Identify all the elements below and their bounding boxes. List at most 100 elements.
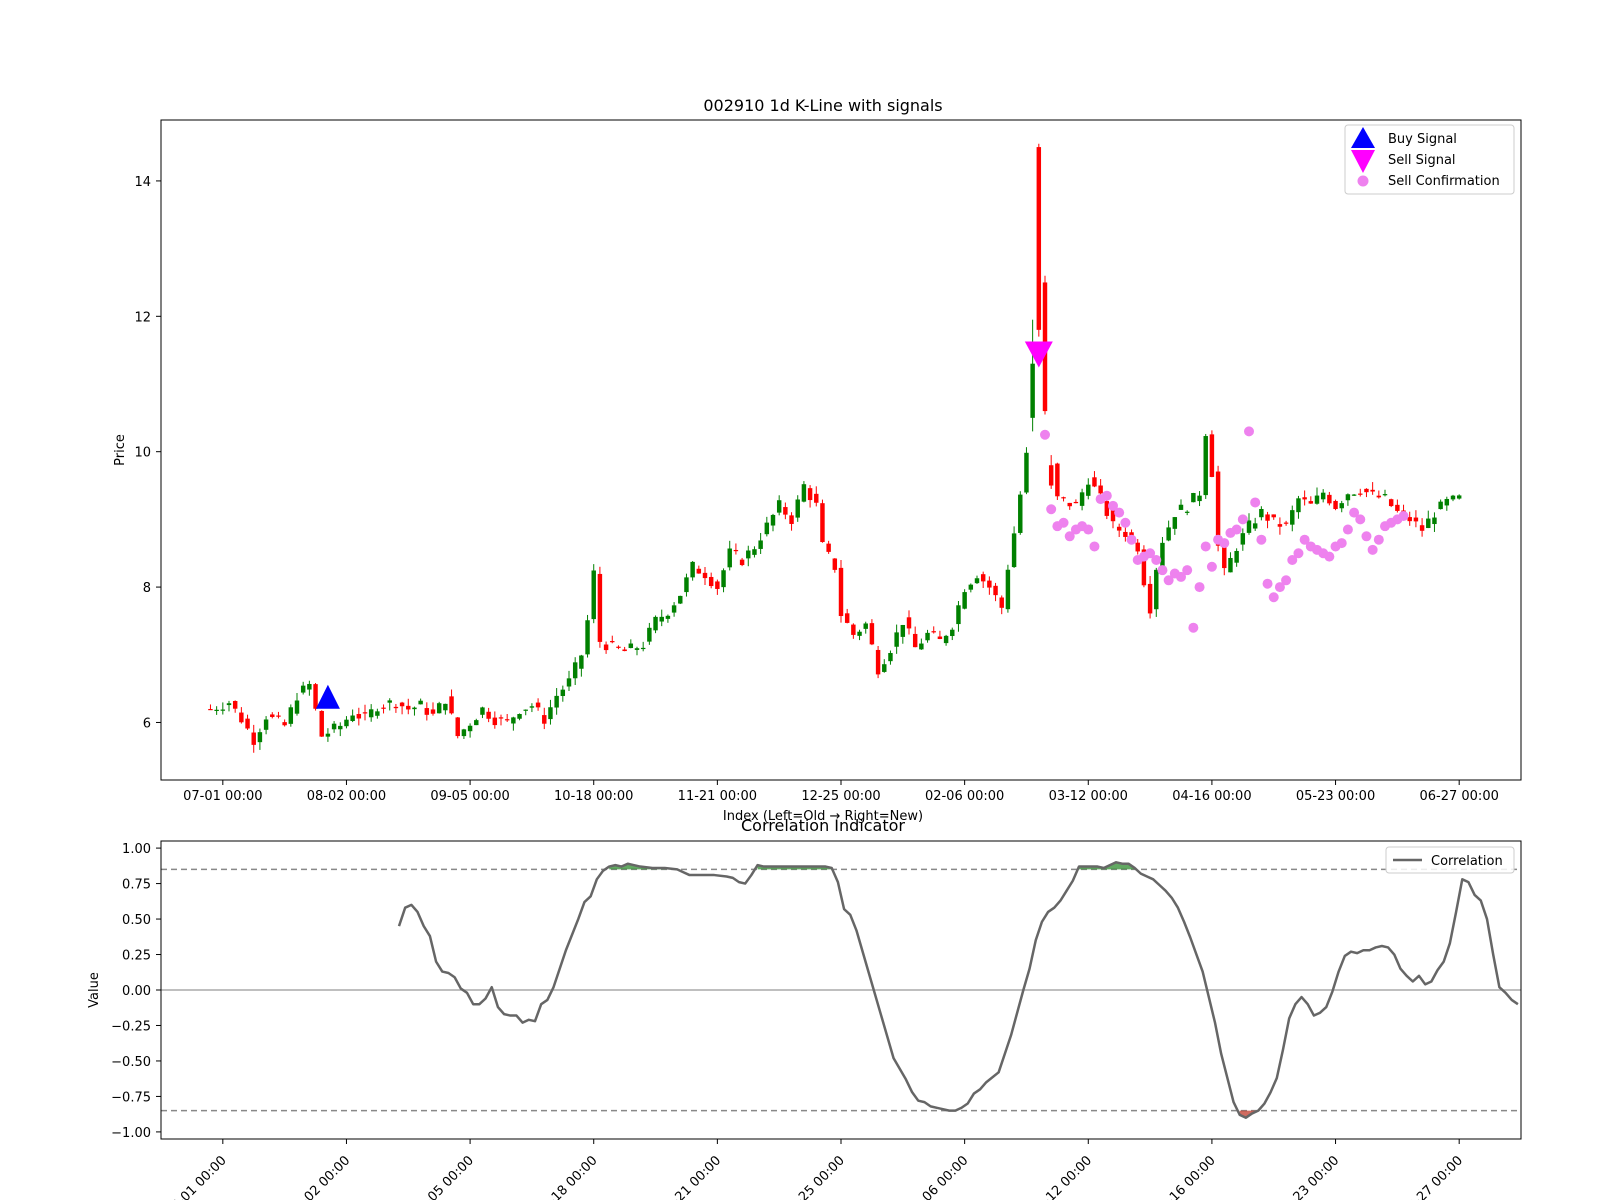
candle-body bbox=[863, 623, 868, 629]
sell-confirmation-marker bbox=[1046, 504, 1057, 515]
candle-body bbox=[739, 559, 745, 566]
candle-body bbox=[597, 573, 603, 642]
sell-confirmation-marker bbox=[1151, 555, 1162, 565]
candle-body bbox=[962, 592, 967, 609]
candle-body bbox=[671, 605, 677, 613]
sell-confirmation-marker bbox=[1188, 622, 1199, 633]
candle-body bbox=[1358, 493, 1363, 495]
sell-confirmation-legend-icon bbox=[1357, 175, 1369, 187]
sell-confirmation-marker bbox=[1268, 592, 1279, 603]
candle-body bbox=[387, 700, 392, 703]
candle-body bbox=[783, 507, 788, 515]
sell-confirmation-marker bbox=[1120, 517, 1131, 528]
candle-body bbox=[1320, 492, 1326, 500]
candle-body bbox=[294, 700, 300, 714]
candle-body bbox=[1259, 508, 1264, 518]
candle-body bbox=[208, 708, 213, 711]
candle-body bbox=[566, 678, 572, 687]
candle-body bbox=[1123, 531, 1128, 537]
candle-body bbox=[560, 689, 566, 697]
candle-body bbox=[838, 567, 844, 617]
candle-body bbox=[542, 715, 547, 724]
candle-body bbox=[1178, 504, 1184, 510]
candle-body bbox=[844, 613, 850, 623]
correlation-y-tick-label: −1.00 bbox=[111, 1126, 151, 1141]
candle-body bbox=[690, 561, 695, 578]
kline-y-tick-label: 6 bbox=[143, 716, 151, 731]
sell-confirmation-marker bbox=[1182, 565, 1193, 576]
candle-body bbox=[943, 635, 949, 644]
kline-x-tick-label: 06-27 00:00 bbox=[1419, 789, 1498, 804]
kline-x-tick-label: 09-05 00:00 bbox=[430, 789, 509, 804]
sell-confirmation-marker bbox=[1398, 511, 1409, 521]
candle-body bbox=[288, 707, 294, 724]
candle-body bbox=[430, 709, 436, 714]
candle-body bbox=[356, 713, 362, 719]
correlation-y-tick-label: 1.00 bbox=[122, 842, 151, 857]
candle-body bbox=[1104, 501, 1110, 516]
candle-body bbox=[956, 605, 961, 625]
sell-confirmation-marker bbox=[1293, 548, 1304, 559]
candle-body bbox=[1283, 522, 1289, 524]
candle-body bbox=[721, 570, 726, 588]
candle-body bbox=[1172, 517, 1178, 529]
candle-body bbox=[634, 648, 640, 650]
candle-body bbox=[1351, 494, 1357, 496]
candle-body bbox=[1147, 583, 1153, 614]
candle-body bbox=[220, 709, 226, 711]
candle-body bbox=[467, 725, 473, 732]
candle-body bbox=[999, 597, 1004, 608]
sell-confirmation-marker bbox=[1256, 534, 1267, 545]
legend-buy-signal-label: Buy Signal bbox=[1388, 132, 1457, 147]
candle-body bbox=[331, 723, 337, 730]
candle-body bbox=[622, 649, 627, 652]
candle-body bbox=[486, 711, 491, 719]
candle-body bbox=[702, 572, 708, 579]
kline-x-tick-label: 02-06 00:00 bbox=[925, 789, 1004, 804]
candle-body bbox=[733, 549, 739, 552]
candle-body bbox=[1265, 514, 1270, 521]
candle-body bbox=[1203, 436, 1208, 496]
candle-body bbox=[1382, 494, 1388, 496]
candle-body bbox=[1376, 495, 1382, 498]
candle-body bbox=[770, 514, 776, 526]
candle-body bbox=[232, 701, 238, 709]
candle-body bbox=[851, 624, 856, 635]
kline-y-tick-label: 12 bbox=[134, 310, 151, 325]
sell-confirmation-marker bbox=[1231, 524, 1242, 535]
sell-confirmation-marker bbox=[1206, 561, 1217, 572]
kline-x-tick-label: 05-23 00:00 bbox=[1296, 789, 1375, 804]
candle-body bbox=[1135, 542, 1140, 552]
candle-body bbox=[764, 522, 770, 535]
candle-body bbox=[523, 709, 528, 711]
candle-body bbox=[406, 705, 411, 710]
sell-confirmation-marker bbox=[1200, 541, 1211, 552]
kline-x-tick-label: 11-21 00:00 bbox=[678, 789, 757, 804]
candle-body bbox=[529, 706, 535, 708]
candle-body bbox=[807, 488, 813, 501]
correlation-y-tick-label: −0.25 bbox=[111, 1019, 151, 1034]
candle-body bbox=[894, 632, 899, 647]
candle-body bbox=[1419, 525, 1425, 531]
correlation-y-tick-label: 0.75 bbox=[122, 878, 151, 893]
candle-body bbox=[993, 585, 998, 596]
candle-body bbox=[1364, 488, 1369, 493]
legend-sell-signal-label: Sell Signal bbox=[1388, 153, 1456, 168]
sell-confirmation-marker bbox=[1373, 534, 1384, 545]
sell-confirmation-marker bbox=[1237, 514, 1248, 525]
sell-confirmation-marker bbox=[1058, 517, 1069, 528]
candle-body bbox=[1302, 497, 1307, 500]
kline-x-tick-label: 10-18 00:00 bbox=[554, 789, 633, 804]
candle-body bbox=[424, 708, 430, 715]
candle-body bbox=[912, 633, 918, 648]
kline-x-tick-label: 12-25 00:00 bbox=[801, 789, 880, 804]
candle-body bbox=[640, 647, 646, 650]
correlation-y-tick-label: −0.50 bbox=[111, 1055, 151, 1070]
candle-body bbox=[628, 643, 634, 649]
candle-body bbox=[801, 484, 807, 502]
candle-body bbox=[1426, 518, 1431, 529]
candle-body bbox=[362, 712, 368, 714]
candle-body bbox=[307, 683, 312, 690]
candle-body bbox=[1067, 502, 1072, 507]
candle-body bbox=[1395, 504, 1400, 511]
